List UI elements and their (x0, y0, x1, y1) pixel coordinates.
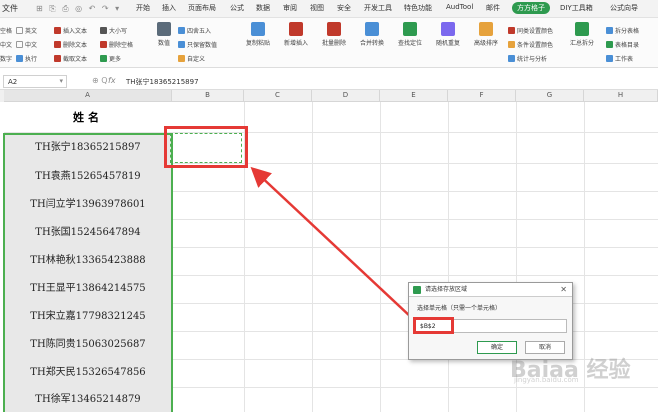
watermark: Baiaa 经验 jingyan.baidu.com (510, 352, 631, 384)
dialog-label: 选择单元格（只需一个单元格） (417, 305, 502, 312)
watermark-url: jingyan.baidu.com (514, 376, 579, 384)
close-icon[interactable]: ✕ (560, 283, 567, 296)
dialog-titlebar[interactable]: 请选择存放区域 ✕ (409, 283, 572, 297)
input-highlight-box (413, 317, 454, 334)
arrow-line (250, 166, 413, 319)
dialog-title: 请选择存放区域 (425, 286, 468, 293)
app-icon (413, 286, 421, 294)
